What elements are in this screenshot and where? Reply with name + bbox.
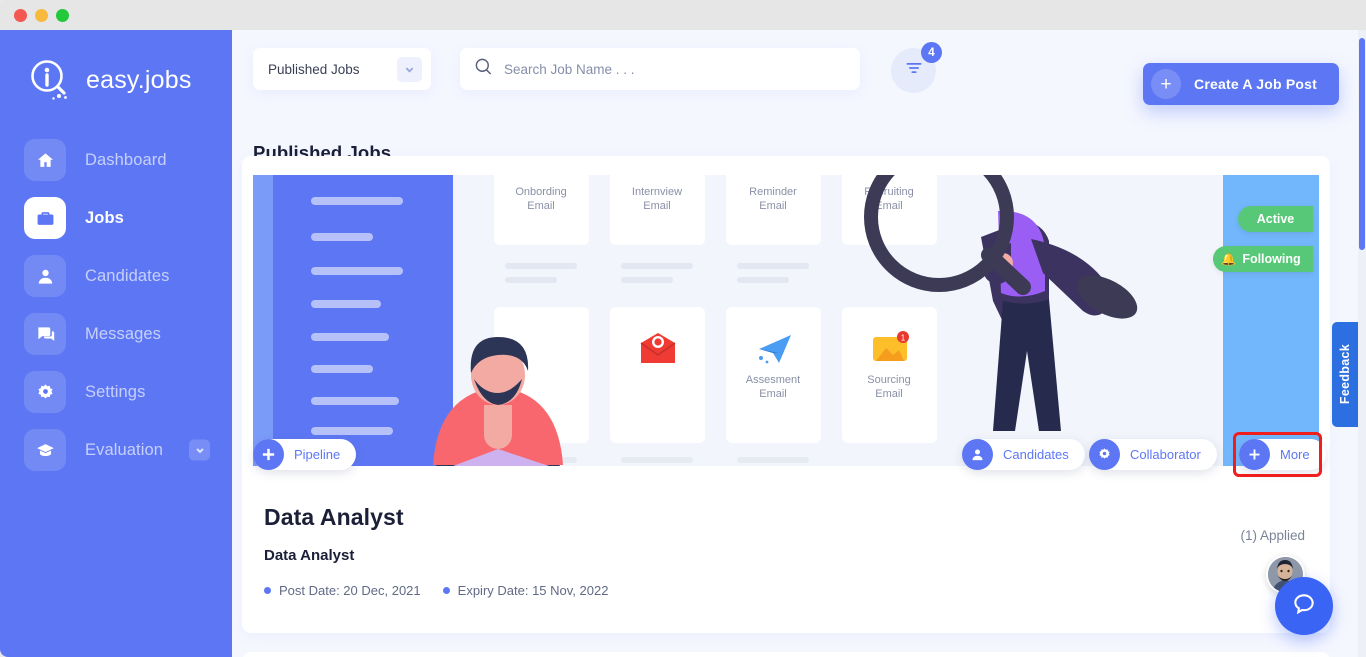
svg-text:Onbording: Onbording bbox=[515, 186, 566, 198]
pipeline-label: Pipeline bbox=[294, 447, 341, 462]
svg-text:1: 1 bbox=[901, 334, 906, 343]
sidebar: easy.jobs Dashboard Jobs Candidates Mess… bbox=[0, 30, 232, 657]
svg-text:Assesment: Assesment bbox=[746, 374, 800, 386]
job-status-select[interactable]: Published Jobs bbox=[253, 48, 431, 90]
sidebar-item-label: Jobs bbox=[85, 208, 124, 227]
svg-text:Reminder: Reminder bbox=[749, 186, 797, 198]
filter-badge-count: 4 bbox=[921, 42, 942, 63]
badge-stack: Active 🔔 Following bbox=[1213, 206, 1313, 272]
applied-count: (1) Applied bbox=[1240, 528, 1305, 543]
page-scrollbar-thumb[interactable] bbox=[1359, 38, 1365, 250]
brand-name: easy.jobs bbox=[86, 65, 192, 94]
svg-text:Email: Email bbox=[643, 200, 671, 212]
user-icon bbox=[962, 439, 993, 470]
filter-button[interactable]: 4 bbox=[891, 42, 942, 93]
sidebar-item-label: Evaluation bbox=[85, 440, 164, 459]
sidebar-item-label: Settings bbox=[85, 382, 146, 401]
chat-bubble-icon bbox=[1291, 591, 1317, 622]
banner-artwork: Onbording Email Internview Email Reminde… bbox=[253, 175, 1319, 466]
expiry-date-text: Expiry Date: 15 Nov, 2022 bbox=[457, 583, 609, 598]
collaborator-icon bbox=[1089, 439, 1120, 470]
following-badge-label: Following bbox=[1242, 252, 1301, 266]
create-job-post-button[interactable]: + Create A Job Post bbox=[1143, 63, 1339, 105]
status-badge: Active bbox=[1238, 206, 1313, 232]
sidebar-item-label: Dashboard bbox=[85, 150, 167, 169]
user-icon bbox=[24, 255, 66, 297]
svg-text:Email: Email bbox=[759, 200, 787, 212]
create-job-post-label: Create A Job Post bbox=[1194, 76, 1317, 92]
job-status-select-value: Published Jobs bbox=[268, 61, 360, 77]
svg-text:Internview: Internview bbox=[632, 186, 682, 198]
window-titlebar bbox=[0, 0, 1366, 30]
sidebar-item-candidates[interactable]: Candidates bbox=[0, 250, 232, 302]
svg-text:Email: Email bbox=[527, 200, 555, 212]
easyjobs-logo-icon bbox=[28, 57, 74, 103]
app-window: easy.jobs Dashboard Jobs Candidates Mess… bbox=[0, 0, 1366, 657]
more-button[interactable]: More bbox=[1239, 439, 1326, 470]
search-input[interactable] bbox=[504, 61, 846, 77]
sidebar-item-jobs[interactable]: Jobs bbox=[0, 192, 232, 244]
next-job-card[interactable] bbox=[242, 652, 1330, 657]
sidebar-item-evaluation[interactable]: Evaluation bbox=[0, 424, 232, 476]
svg-text:Email: Email bbox=[759, 388, 787, 400]
job-banner-illustration: Onbording Email Internview Email Reminde… bbox=[253, 175, 1319, 466]
candidates-button[interactable]: Candidates bbox=[962, 439, 1085, 470]
sidebar-item-messages[interactable]: Messages bbox=[0, 308, 232, 360]
chevron-down-icon[interactable] bbox=[189, 439, 210, 461]
filter-icon bbox=[904, 58, 924, 83]
bell-icon: 🔔 bbox=[1221, 252, 1237, 266]
graduation-icon bbox=[24, 429, 66, 471]
sidebar-item-label: Messages bbox=[85, 324, 162, 343]
plus-icon bbox=[1239, 439, 1270, 470]
sidebar-item-dashboard[interactable]: Dashboard bbox=[0, 134, 232, 186]
candidates-label: Candidates bbox=[1003, 447, 1069, 462]
chevron-down-icon[interactable] bbox=[397, 56, 422, 82]
chat-button[interactable] bbox=[1275, 577, 1333, 635]
pipeline-button[interactable]: Pipeline bbox=[253, 439, 357, 470]
toolbar: Published Jobs 4 + bbox=[232, 42, 1358, 120]
home-icon bbox=[24, 139, 66, 181]
brand[interactable]: easy.jobs bbox=[0, 48, 232, 112]
window-zoom-button[interactable] bbox=[56, 8, 69, 22]
post-date-text: Post Date: 20 Dec, 2021 bbox=[279, 583, 421, 598]
collaborator-label: Collaborator bbox=[1130, 447, 1201, 462]
window-minimize-button[interactable] bbox=[35, 8, 48, 22]
briefcase-icon bbox=[24, 197, 66, 239]
job-card: Onbording Email Internview Email Reminde… bbox=[242, 156, 1330, 633]
svg-text:Sourcing: Sourcing bbox=[867, 374, 910, 386]
bullet-icon bbox=[442, 587, 450, 594]
search-icon bbox=[474, 57, 493, 81]
chat-icon bbox=[24, 313, 66, 355]
post-date: Post Date: 20 Dec, 2021 bbox=[264, 583, 421, 598]
svg-text:Email: Email bbox=[875, 388, 903, 400]
sidebar-item-settings[interactable]: Settings bbox=[0, 366, 232, 418]
feedback-tab[interactable]: Feedback bbox=[1332, 322, 1358, 427]
job-meta: Post Date: 20 Dec, 2021 Expiry Date: 15 … bbox=[264, 583, 608, 598]
expiry-date: Expiry Date: 15 Nov, 2022 bbox=[442, 583, 609, 598]
feedback-label: Feedback bbox=[1338, 344, 1352, 405]
window-close-button[interactable] bbox=[14, 8, 27, 22]
bullet-icon bbox=[264, 587, 271, 594]
pipeline-icon bbox=[253, 439, 284, 470]
search-box[interactable] bbox=[460, 48, 860, 90]
plus-icon: + bbox=[1151, 69, 1182, 99]
more-label: More bbox=[1280, 447, 1310, 462]
main-content: Published Jobs 4 + bbox=[232, 30, 1358, 657]
sidebar-nav: Dashboard Jobs Candidates Messages Setti… bbox=[0, 134, 232, 476]
gear-icon bbox=[24, 371, 66, 413]
collaborator-button[interactable]: Collaborator bbox=[1089, 439, 1217, 470]
sidebar-item-label: Candidates bbox=[85, 266, 170, 285]
following-badge[interactable]: 🔔 Following bbox=[1213, 246, 1313, 272]
job-title: Data Analyst bbox=[264, 504, 404, 530]
job-subtitle: Data Analyst bbox=[264, 547, 355, 564]
